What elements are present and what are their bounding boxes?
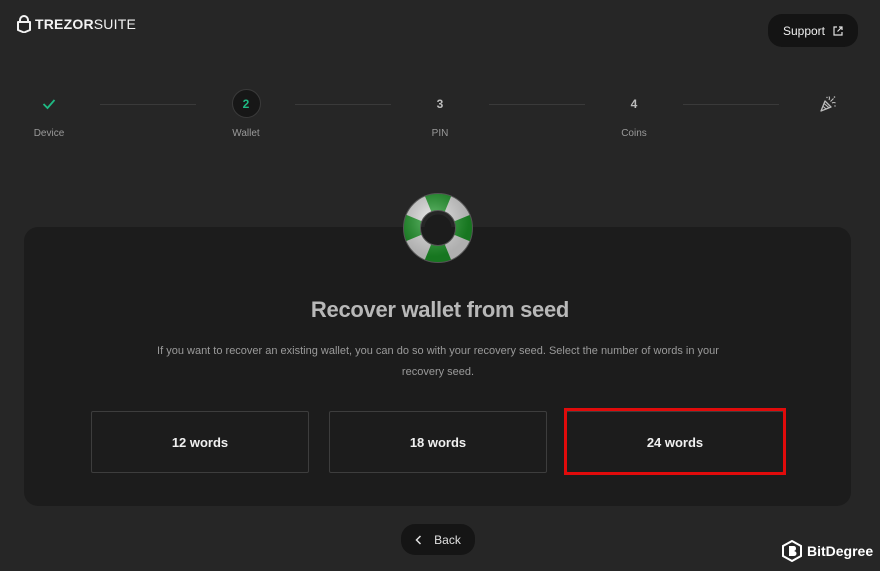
back-button[interactable]: Back [401, 524, 475, 555]
step-label: Wallet [232, 128, 260, 139]
highlight-annotation [564, 408, 786, 475]
step-label: Coins [621, 128, 647, 139]
lock-icon [17, 15, 31, 33]
step-device: Device [9, 89, 89, 139]
page-description: If you want to recover an existing walle… [157, 345, 719, 378]
step-connector [489, 104, 585, 105]
step-pin: 3 PIN [400, 89, 480, 140]
chevron-left-icon [415, 534, 422, 545]
option-label: 18 words [409, 434, 467, 450]
brand-bold: TREZOR [35, 16, 94, 32]
support-label: Support [782, 23, 826, 38]
bitdegree-logo-icon [782, 540, 802, 562]
trezor-logo: TREZORSUITE [17, 15, 136, 33]
step-connector [295, 104, 391, 105]
checkmark-icon [42, 98, 56, 109]
step-label: Device [33, 128, 65, 139]
option-label: 12 words [171, 434, 229, 450]
brand-light: SUITE [93, 16, 136, 32]
bitdegree-watermark: BitDegree [782, 540, 873, 562]
external-link-icon [833, 25, 843, 36]
step-marker: 3 [436, 96, 444, 111]
party-popper-icon [820, 95, 836, 112]
step-marker [814, 89, 843, 118]
option-18-words[interactable]: 18 words [329, 411, 547, 473]
step-wallet: 2 Wallet [206, 89, 286, 139]
step-marker: 4 [630, 96, 638, 111]
step-marker: 2 [231, 89, 261, 118]
watermark-text: BitDegree [807, 543, 874, 559]
back-label: Back [434, 532, 461, 547]
support-button[interactable]: Support [768, 14, 858, 47]
step-finish [788, 89, 868, 118]
step-marker [35, 89, 64, 118]
step-connector [683, 104, 779, 105]
option-12-words[interactable]: 12 words [91, 411, 309, 473]
step-coins: 4 Coins [594, 89, 674, 140]
lifebuoy-icon [403, 193, 473, 263]
page-title: Recover wallet from seed [310, 297, 570, 322]
step-connector [100, 104, 196, 105]
step-label: PIN [431, 128, 449, 139]
